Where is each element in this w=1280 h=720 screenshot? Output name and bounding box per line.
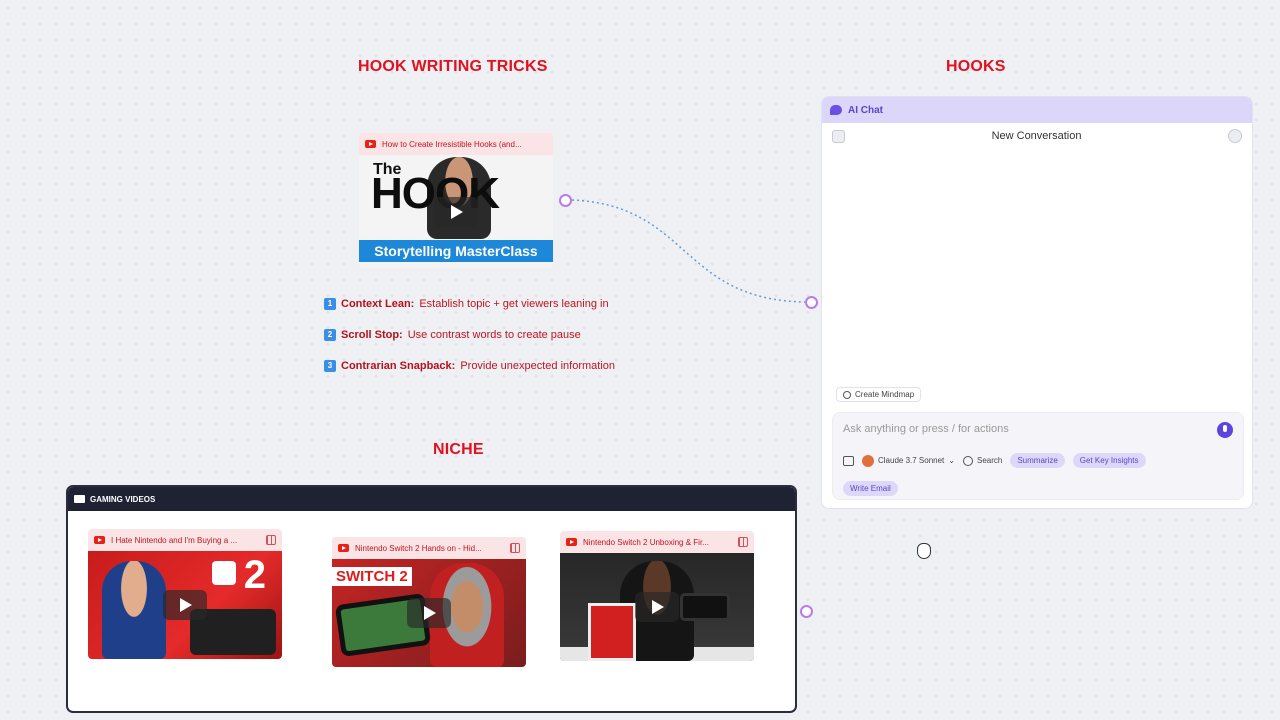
thumbnail-text: 2 xyxy=(243,553,266,597)
write-email-chip[interactable]: Write Email xyxy=(843,481,898,496)
gaming-videos-folder[interactable]: GAMING VIDEOS I Hate Nintendo and I'm Bu… xyxy=(66,485,797,713)
step-text: Use contrast words to create pause xyxy=(407,329,581,341)
chat-bubble-icon xyxy=(830,105,842,115)
step-item: 2 Scroll Stop: Use contrast words to cre… xyxy=(324,328,615,342)
thumbnail-box xyxy=(588,603,636,661)
step-text: Establish topic + get viewers leaning in xyxy=(419,298,609,310)
chat-composer: Ask anything or press / for actions Clau… xyxy=(832,412,1244,500)
section-title-hook-tricks: HOOK WRITING TRICKS xyxy=(358,58,548,75)
ai-chat-header[interactable]: AI Chat xyxy=(822,97,1252,123)
video-card-header: Nintendo Switch 2 Hands on - Hid... xyxy=(332,537,526,559)
summarize-chip[interactable]: Summarize xyxy=(1010,453,1065,468)
youtube-icon xyxy=(94,536,105,544)
step-number-badge: 2 xyxy=(324,329,336,341)
chevron-down-icon: ⌄ xyxy=(948,456,955,465)
grid-icon[interactable] xyxy=(510,543,520,553)
microphone-icon[interactable] xyxy=(1217,422,1233,438)
play-icon[interactable] xyxy=(407,598,451,628)
video-thumbnail[interactable]: 2 xyxy=(88,551,282,659)
gaming-video-card[interactable]: Nintendo Switch 2 Unboxing & Fir... xyxy=(560,531,754,661)
youtube-icon xyxy=(365,140,376,148)
step-key: Contrarian Snapback: xyxy=(341,360,456,372)
key-insights-chip[interactable]: Get Key Insights xyxy=(1072,453,1146,468)
mindmap-icon xyxy=(843,390,851,399)
ai-chat-title: AI Chat xyxy=(848,104,883,116)
folder-title: GAMING VIDEOS xyxy=(90,494,156,504)
section-title-niche: NICHE xyxy=(433,441,484,458)
step-key: Context Lean: xyxy=(341,298,415,310)
connector-dot-hook-out[interactable] xyxy=(559,194,572,207)
play-icon[interactable] xyxy=(163,590,207,620)
youtube-icon xyxy=(338,544,349,552)
step-number-badge: 3 xyxy=(324,360,336,372)
grid-icon[interactable] xyxy=(266,535,276,545)
video-card-header: How to Create Irresistible Hooks (and... xyxy=(359,133,553,155)
create-mindmap-button[interactable]: Create Mindmap xyxy=(836,387,922,402)
ai-chat-panel[interactable]: AI Chat New Conversation Create Mindmap … xyxy=(821,96,1253,509)
gaming-video-card[interactable]: Nintendo Switch 2 Hands on - Hid... SWIT… xyxy=(332,537,526,667)
grid-icon[interactable] xyxy=(738,537,748,547)
thumbnail-banner: Storytelling MasterClass xyxy=(359,240,553,262)
step-number-badge: 1 xyxy=(324,298,336,310)
thumbnail-device xyxy=(680,593,730,621)
globe-icon xyxy=(962,455,973,466)
hand-cursor-icon xyxy=(917,543,931,559)
hook-video-card[interactable]: How to Create Irresistible Hooks (and...… xyxy=(359,133,553,268)
step-item: 3 Contrarian Snapback: Provide unexpecte… xyxy=(324,359,615,373)
video-thumbnail[interactable]: SWITCH 2 xyxy=(332,559,526,667)
claude-icon xyxy=(862,454,874,467)
video-card-header: Nintendo Switch 2 Unboxing & Fir... xyxy=(560,531,754,553)
create-mindmap-label: Create Mindmap xyxy=(855,390,915,399)
video-thumbnail[interactable]: The HOOK Storytelling MasterClass xyxy=(359,155,553,268)
sidebar-toggle-icon[interactable] xyxy=(832,129,845,143)
composer-toolbar: Claude 3.7 Sonnet ⌄ Search Summarize Get… xyxy=(843,453,1146,468)
section-title-hooks: HOOKS xyxy=(946,58,1006,75)
thumbnail-text: SWITCH 2 xyxy=(332,567,412,586)
folder-header[interactable]: GAMING VIDEOS xyxy=(68,487,795,511)
model-name: Claude 3.7 Sonnet xyxy=(878,456,945,465)
conversation-bar: New Conversation xyxy=(822,123,1252,149)
connector-dot-folder-out[interactable] xyxy=(800,605,813,618)
step-item: 1 Context Lean: Establish topic + get vi… xyxy=(324,297,615,311)
video-title: Nintendo Switch 2 Hands on - Hid... xyxy=(355,543,482,553)
video-card-header: I Hate Nintendo and I'm Buying a ... xyxy=(88,529,282,551)
hook-steps-list: 1 Context Lean: Establish topic + get vi… xyxy=(324,297,615,390)
chat-input[interactable]: Ask anything or press / for actions xyxy=(843,423,1213,435)
video-thumbnail[interactable] xyxy=(560,553,754,661)
new-chat-icon[interactable] xyxy=(1228,129,1242,143)
search-toggle[interactable]: Search xyxy=(962,455,1003,466)
composer-toolbar-row2: Write Email xyxy=(843,478,898,496)
step-key: Scroll Stop: xyxy=(341,329,403,341)
conversation-title: New Conversation xyxy=(991,130,1082,142)
thumbnail-person xyxy=(102,561,166,659)
youtube-icon xyxy=(566,538,577,546)
model-selector[interactable]: Claude 3.7 Sonnet ⌄ xyxy=(862,454,955,467)
play-icon[interactable] xyxy=(434,196,478,227)
folder-icon xyxy=(74,495,85,503)
search-label: Search xyxy=(976,456,1003,465)
video-title: Nintendo Switch 2 Unboxing & Fir... xyxy=(583,537,709,547)
play-icon[interactable] xyxy=(635,592,679,622)
image-upload-icon[interactable] xyxy=(843,455,854,466)
switch-logo xyxy=(212,561,236,585)
video-title: I Hate Nintendo and I'm Buying a ... xyxy=(111,535,238,545)
gaming-video-card[interactable]: I Hate Nintendo and I'm Buying a ... 2 xyxy=(88,529,282,659)
step-text: Provide unexpected information xyxy=(460,360,616,372)
video-title: How to Create Irresistible Hooks (and... xyxy=(382,139,522,149)
connector-dot-chat-in[interactable] xyxy=(805,296,818,309)
